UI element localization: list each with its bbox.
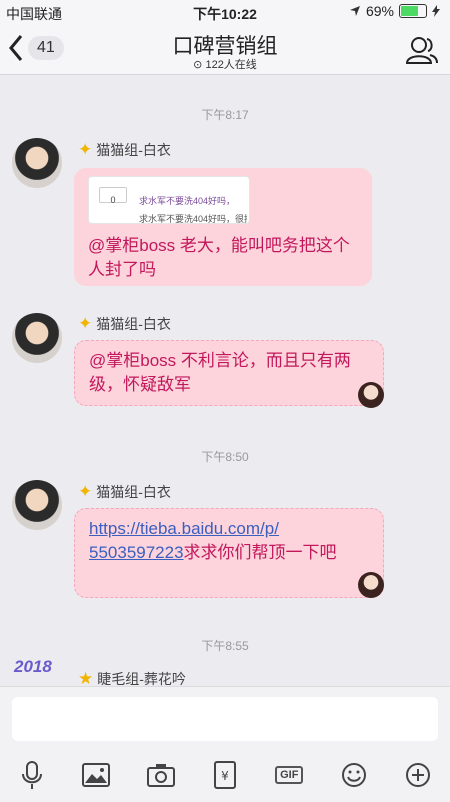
bubble-decoration: [358, 382, 384, 408]
battery-percent: 69%: [365, 3, 394, 19]
location-icon: [349, 6, 360, 16]
group-profile-button[interactable]: [405, 36, 438, 69]
avatar[interactable]: [12, 313, 62, 363]
sender-name: ✦ 猫猫组-白衣: [78, 482, 171, 502]
avatar-2018-badge[interactable]: 2018: [14, 657, 64, 687]
mic-button[interactable]: [15, 758, 49, 792]
emoji-icon: [341, 763, 366, 787]
group-members-icon: [405, 37, 438, 64]
svg-text:¥: ¥: [221, 769, 229, 783]
sender-name: ✦ 猫猫组-白衣: [78, 140, 171, 160]
camera-icon: [146, 764, 175, 787]
more-button[interactable]: [401, 758, 435, 792]
sender-name: ✦ 猫猫组-白衣: [78, 314, 171, 334]
message-bubble[interactable]: @掌柜boss 不利言论，而且只有两级，怀疑敌军: [74, 340, 384, 406]
post-link[interactable]: https://tieba.baidu.com/p/: [89, 519, 279, 538]
quote-number: 0: [99, 187, 127, 205]
online-icon: ⊙: [193, 59, 203, 71]
battery-icon: [399, 4, 427, 18]
sender-label: 猫猫组-白衣: [96, 142, 171, 158]
red-packet-icon: ¥: [213, 761, 236, 789]
time-divider: 下午8:17: [201, 108, 249, 122]
input-toolbar: ¥ GIF: [0, 755, 450, 795]
battery-fill: [401, 6, 418, 16]
status-bar: 中国联通 下午10:22 69%: [0, 0, 450, 26]
message-text: https://tieba.baidu.com/p/ 5503597223求求你…: [89, 517, 369, 565]
online-count: ⊙ 122人在线: [0, 56, 450, 72]
avatar[interactable]: [12, 480, 62, 530]
sender-label: 猫猫组-白衣: [96, 484, 171, 500]
charging-icon: [432, 5, 440, 17]
mic-icon: [22, 761, 43, 789]
bubble-decoration: [358, 572, 384, 598]
camera-button[interactable]: [144, 758, 178, 792]
message-text: @掌柜boss 老大，能叫吧务把这个人封了吗: [88, 236, 350, 279]
message-text: @掌柜boss 不利言论，而且只有两级，怀疑敌军: [89, 351, 351, 394]
star-badge-icon: ✦: [78, 314, 93, 333]
image-button[interactable]: [79, 758, 113, 792]
post-link[interactable]: 5503597223: [89, 543, 184, 562]
star-badge-icon: ✦: [78, 140, 93, 159]
message-input[interactable]: [12, 697, 438, 741]
message-bubble[interactable]: https://tieba.baidu.com/p/ 5503597223求求你…: [74, 508, 384, 598]
status-right: 69%: [349, 3, 440, 19]
chat-header: 41 口碑营销组 ⊙ 122人在线: [0, 26, 450, 75]
emoji-button[interactable]: [337, 758, 371, 792]
red-packet-button[interactable]: ¥: [208, 758, 242, 792]
quote-line: 求水军不要洗404好吗，很损: [139, 214, 247, 224]
gif-icon: GIF: [275, 766, 304, 784]
time-divider: 下午8:50: [201, 450, 249, 464]
sender-label: 猫猫组-白衣: [96, 316, 171, 332]
message-text-tail: 求求你们帮顶一下吧: [183, 543, 337, 562]
quoted-post-card[interactable]: 0 求水军不要洗404好吗， 求水军不要洗404好吗，很损: [88, 176, 250, 224]
plus-icon: [405, 763, 430, 787]
star-badge-icon: ✦: [78, 482, 93, 501]
image-icon: [82, 763, 111, 787]
time-divider: 下午8:55: [201, 639, 249, 653]
message-bubble[interactable]: 0 求水军不要洗404好吗， 求水军不要洗404好吗，很损 @掌柜boss 老大…: [74, 168, 372, 286]
avatar[interactable]: [12, 138, 62, 188]
gif-button[interactable]: GIF: [272, 758, 306, 792]
online-count-label: 122人在线: [205, 59, 257, 71]
input-panel: ¥ GIF: [0, 686, 450, 802]
